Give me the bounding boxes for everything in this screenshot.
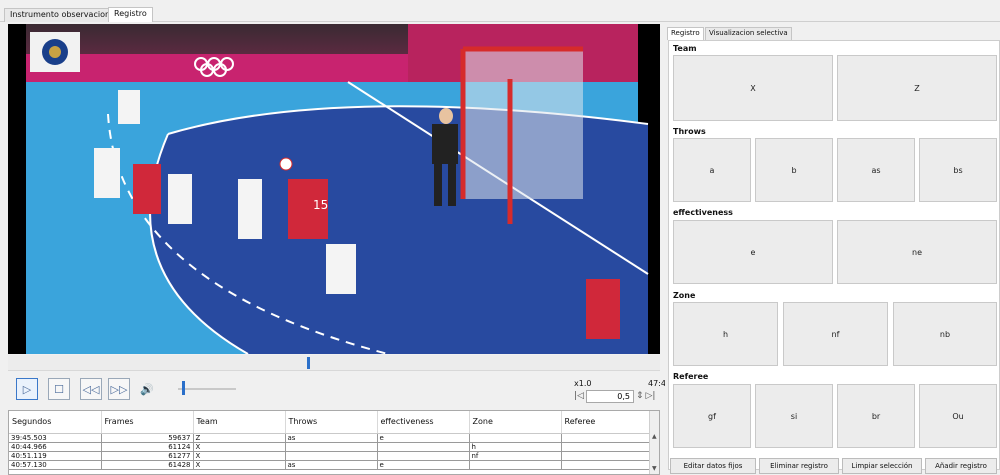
- table-cell[interactable]: [561, 460, 652, 470]
- group-title-team: Team: [673, 44, 697, 53]
- group-title-effectiveness: effectiveness: [673, 208, 733, 217]
- table-cell[interactable]: nf: [469, 451, 562, 461]
- referee-option-button[interactable]: br: [837, 384, 915, 448]
- edit-fixed-data-button[interactable]: Editar datos fijos: [670, 458, 756, 474]
- tab-registro[interactable]: Registro: [108, 7, 153, 22]
- table-cell[interactable]: as: [285, 433, 378, 443]
- fast-forward-icon: ▷▷: [110, 382, 128, 396]
- table-cell[interactable]: [285, 442, 378, 452]
- speaker-icon: 🔊: [140, 382, 154, 396]
- throws-option-button[interactable]: b: [755, 138, 833, 202]
- timeline-thumb[interactable]: [307, 357, 310, 369]
- table-cell[interactable]: as: [285, 460, 378, 470]
- tab-visualizacion-selectiva[interactable]: Visualizacion selectiva: [705, 27, 792, 40]
- volume-thumb[interactable]: [182, 381, 185, 395]
- group-title-zone: Zone: [673, 291, 696, 300]
- table-cell[interactable]: [377, 451, 470, 461]
- table-cell[interactable]: 40:57.130: [9, 460, 102, 470]
- table-row[interactable]: 40:57.130 61428 X as e: [9, 460, 652, 470]
- column-header[interactable]: Segundos: [9, 411, 102, 434]
- player-controls: ▷ ☐ ◁◁ ▷▷ 🔊 x1.0 47:47 |◁ ⇕ ▷|: [8, 372, 671, 406]
- referee-option-button[interactable]: Ou: [919, 384, 997, 448]
- fast-forward-button[interactable]: ▷▷: [108, 378, 130, 400]
- table-cell[interactable]: 40:44.966: [9, 442, 102, 452]
- zone-option-button[interactable]: h: [673, 302, 778, 366]
- group-title-throws: Throws: [673, 127, 706, 136]
- table-cell[interactable]: [561, 451, 652, 461]
- table-cell[interactable]: 59637: [101, 433, 194, 443]
- zone-option-button[interactable]: nf: [783, 302, 888, 366]
- video-player[interactable]: 15: [8, 24, 660, 354]
- column-header[interactable]: Frames: [101, 411, 194, 434]
- table-scrollbar[interactable]: ▲ ▼: [649, 411, 659, 474]
- rewind-icon: ◁◁: [82, 382, 100, 396]
- table-cell[interactable]: e: [377, 460, 470, 470]
- throws-option-button[interactable]: a: [673, 138, 751, 202]
- stop-button[interactable]: ☐: [48, 378, 70, 400]
- table-cell[interactable]: 61124: [101, 442, 194, 452]
- tab-instrumento-observacional[interactable]: Instrumento observacional: [4, 8, 124, 22]
- throws-option-button[interactable]: bs: [919, 138, 997, 202]
- table-row[interactable]: 40:51.119 61277 X nf: [9, 451, 652, 461]
- column-header[interactable]: Team: [193, 411, 286, 434]
- main-tab-bar: Instrumento observacional Registro: [0, 0, 1000, 22]
- column-header[interactable]: Throws: [285, 411, 378, 434]
- spin-icon[interactable]: ⇕: [636, 391, 644, 401]
- registration-panel: Registro Visualizacion selectiva Team X …: [665, 24, 1000, 475]
- column-header[interactable]: Zone: [469, 411, 562, 434]
- scroll-down-icon[interactable]: ▼: [652, 465, 657, 472]
- play-button[interactable]: ▷: [16, 378, 38, 400]
- scroll-up-icon[interactable]: ▲: [652, 433, 657, 440]
- add-record-button[interactable]: Añadir registro: [925, 458, 997, 474]
- table-cell[interactable]: Z: [193, 433, 286, 443]
- table-cell[interactable]: [561, 433, 652, 443]
- step-back-icon[interactable]: |◁: [574, 391, 584, 401]
- table-cell[interactable]: X: [193, 460, 286, 470]
- step-value-input[interactable]: [585, 389, 634, 403]
- zone-option-button[interactable]: nb: [893, 302, 997, 366]
- table-header-row: Segundos Frames Team Throws effectivenes…: [9, 411, 652, 434]
- play-icon: ▷: [22, 382, 32, 396]
- step-control: |◁ ⇕ ▷|: [574, 389, 668, 403]
- table-cell[interactable]: [469, 433, 562, 443]
- table-cell[interactable]: [469, 460, 562, 470]
- table-cell[interactable]: h: [469, 442, 562, 452]
- table-cell[interactable]: [561, 442, 652, 452]
- step-forward-icon[interactable]: ▷|: [646, 391, 656, 401]
- effectiveness-option-button[interactable]: ne: [837, 220, 997, 284]
- records-table: Segundos Frames Team Throws effectivenes…: [8, 410, 660, 475]
- table-cell[interactable]: 61277: [101, 451, 194, 461]
- volume-slider[interactable]: [178, 388, 236, 390]
- referee-option-button[interactable]: si: [755, 384, 833, 448]
- timeline-slider[interactable]: [8, 355, 660, 371]
- video-frame: 15: [8, 24, 660, 354]
- effectiveness-option-button[interactable]: e: [673, 220, 833, 284]
- table-cell[interactable]: X: [193, 442, 286, 452]
- volume-button[interactable]: 🔊: [136, 378, 158, 400]
- team-option-button[interactable]: Z: [837, 55, 997, 121]
- tab-panel-registro[interactable]: Registro: [667, 27, 704, 40]
- stop-icon: ☐: [54, 382, 64, 396]
- table-row[interactable]: 40:44.966 61124 X h: [9, 442, 652, 452]
- table-cell[interactable]: 61428: [101, 460, 194, 470]
- column-header[interactable]: Referee: [561, 411, 652, 434]
- rewind-button[interactable]: ◁◁: [80, 378, 102, 400]
- throws-option-button[interactable]: as: [837, 138, 915, 202]
- table-cell[interactable]: 40:51.119: [9, 451, 102, 461]
- table-cell[interactable]: X: [193, 451, 286, 461]
- playback-speed: x1.0: [574, 379, 592, 388]
- table-cell[interactable]: [377, 442, 470, 452]
- referee-option-button[interactable]: gf: [673, 384, 751, 448]
- delete-record-button[interactable]: Eliminar registro: [759, 458, 839, 474]
- table-cell[interactable]: [285, 451, 378, 461]
- group-title-referee: Referee: [673, 372, 709, 381]
- clear-selection-button[interactable]: Limpiar selección: [842, 458, 922, 474]
- table-row[interactable]: 39:45.503 59637 Z as e: [9, 433, 652, 443]
- table-cell[interactable]: e: [377, 433, 470, 443]
- column-header[interactable]: effectiveness: [377, 411, 470, 434]
- table-cell[interactable]: 39:45.503: [9, 433, 102, 443]
- player-number: 15: [313, 198, 328, 212]
- panel-body: Team X Z Throws a b as bs effectiveness …: [668, 40, 1000, 470]
- team-option-button[interactable]: X: [673, 55, 833, 121]
